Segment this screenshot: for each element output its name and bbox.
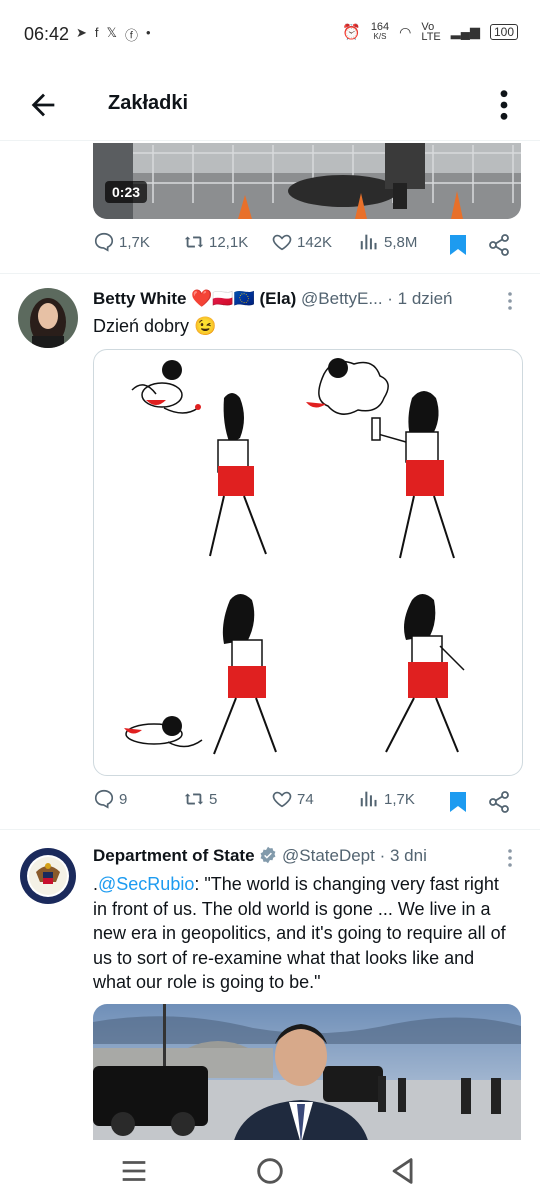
more-options-icon[interactable] <box>498 88 510 122</box>
tweet-more-icon[interactable] <box>505 848 515 868</box>
divider <box>0 273 540 274</box>
battery-indicator: 100 <box>489 24 518 40</box>
avatar[interactable] <box>18 288 78 348</box>
tweet-time: · 1 dzień <box>387 289 453 308</box>
verified-badge-icon <box>260 846 276 864</box>
views-icon <box>360 234 377 250</box>
reply-count: 9 <box>119 790 128 808</box>
x-icon: 𝕏 <box>106 25 118 40</box>
repost-count: 5 <box>209 790 218 808</box>
repost-button[interactable]: 12,1K <box>183 231 248 253</box>
page-title: Zakładki <box>108 92 189 114</box>
app-bar: Zakładki <box>0 70 540 141</box>
system-icons: ⏰ 164 K/S ◠ Vo LTE ▂▄▆ 100 <box>342 21 518 43</box>
display-name[interactable]: Department of State <box>93 846 255 865</box>
telegram-icon: ➤ <box>76 25 87 40</box>
fallen-cupid-illustration <box>124 716 203 748</box>
reply-button[interactable]: 9 <box>93 788 127 810</box>
views-icon <box>360 791 377 807</box>
repost-button[interactable]: 5 <box>183 788 217 810</box>
woman-figure-3 <box>213 594 277 755</box>
user-handle[interactable]: @StateDept <box>282 846 375 865</box>
tweet-text: .@SecRubio: "The world is changing very … <box>93 872 513 995</box>
repost-count: 12,1K <box>209 233 249 251</box>
video-thumbnail[interactable] <box>93 143 521 219</box>
wifi-icon: ◠ <box>399 23 412 40</box>
bookmark-icon[interactable] <box>447 790 469 814</box>
reply-count: 1,7K <box>119 233 150 251</box>
network-indicator: Vo LTE <box>421 21 441 43</box>
video-duration-badge: 0:23 <box>105 181 148 203</box>
heart-icon <box>272 234 292 251</box>
tweet-actions: 1,7K 12,1K 142K 5,8M <box>93 231 521 259</box>
share-icon[interactable] <box>487 233 511 257</box>
avatar-state-dept-seal[interactable] <box>18 846 78 906</box>
back-nav-icon[interactable] <box>387 1154 421 1188</box>
reply-icon <box>94 232 114 252</box>
tweet-photo[interactable] <box>93 1004 521 1144</box>
tweet-text: Dzień dobry 😉 <box>93 316 217 336</box>
facebook-alt-icon: ⓕ <box>125 28 139 43</box>
signal-icon: ▂▄▆ <box>450 24 480 39</box>
cupid-cloud-illustration <box>306 358 389 415</box>
like-count: 74 <box>297 790 314 808</box>
tweet-header: Department of State @StateDept · 3 dni <box>93 846 427 866</box>
tweet-more-icon[interactable] <box>505 291 515 311</box>
views-button[interactable]: 5,8M <box>358 231 417 253</box>
tweet-time: · 3 dni <box>379 846 427 865</box>
notification-icons: ➤ f 𝕏 ⓕ • <box>76 25 151 44</box>
home-icon[interactable] <box>253 1154 287 1188</box>
divider <box>0 829 540 830</box>
repost-icon <box>184 793 204 805</box>
woman-figure-2 <box>371 391 455 559</box>
display-name[interactable]: Betty White ❤️🇵🇱🇪🇺 (Ela) <box>93 289 296 308</box>
share-icon[interactable] <box>487 790 511 814</box>
recent-apps-icon[interactable] <box>117 1154 151 1188</box>
views-count: 5,8M <box>384 233 418 251</box>
status-bar: 06:42 ➤ f 𝕏 ⓕ • ⏰ 164 K/S ◠ Vo LTE ▂▄▆ 1… <box>0 0 540 70</box>
woman-figure-4 <box>385 594 465 753</box>
repost-icon <box>184 236 204 248</box>
like-button[interactable]: 74 <box>271 788 314 810</box>
tweet-image[interactable] <box>93 349 523 776</box>
tweet-header: Betty White ❤️🇵🇱🇪🇺 (Ela) @BettyE... · 1 … <box>93 289 452 309</box>
woman-figure-1 <box>209 393 267 557</box>
views-button[interactable]: 1,7K <box>358 788 415 810</box>
heart-icon <box>272 791 292 808</box>
back-arrow-icon[interactable] <box>26 88 60 122</box>
views-count: 1,7K <box>384 790 415 808</box>
alarm-icon: ⏰ <box>342 24 361 41</box>
dot-icon: • <box>146 25 151 40</box>
like-count: 142K <box>297 233 333 251</box>
mention-link[interactable]: @SecRubio <box>98 874 194 894</box>
tweet-actions: 9 5 74 1,7K <box>93 788 521 816</box>
user-handle[interactable]: @BettyE... <box>301 289 383 308</box>
status-time: 06:42 <box>24 24 70 44</box>
reply-icon <box>94 789 114 809</box>
facebook-icon: f <box>94 25 99 40</box>
speed-indicator: 164 K/S <box>370 21 390 42</box>
reply-button[interactable]: 1,7K <box>93 231 150 253</box>
cupid-illustration <box>131 360 201 414</box>
bookmark-icon[interactable] <box>447 233 469 257</box>
like-button[interactable]: 142K <box>271 231 332 253</box>
system-nav-bar <box>0 1140 540 1200</box>
